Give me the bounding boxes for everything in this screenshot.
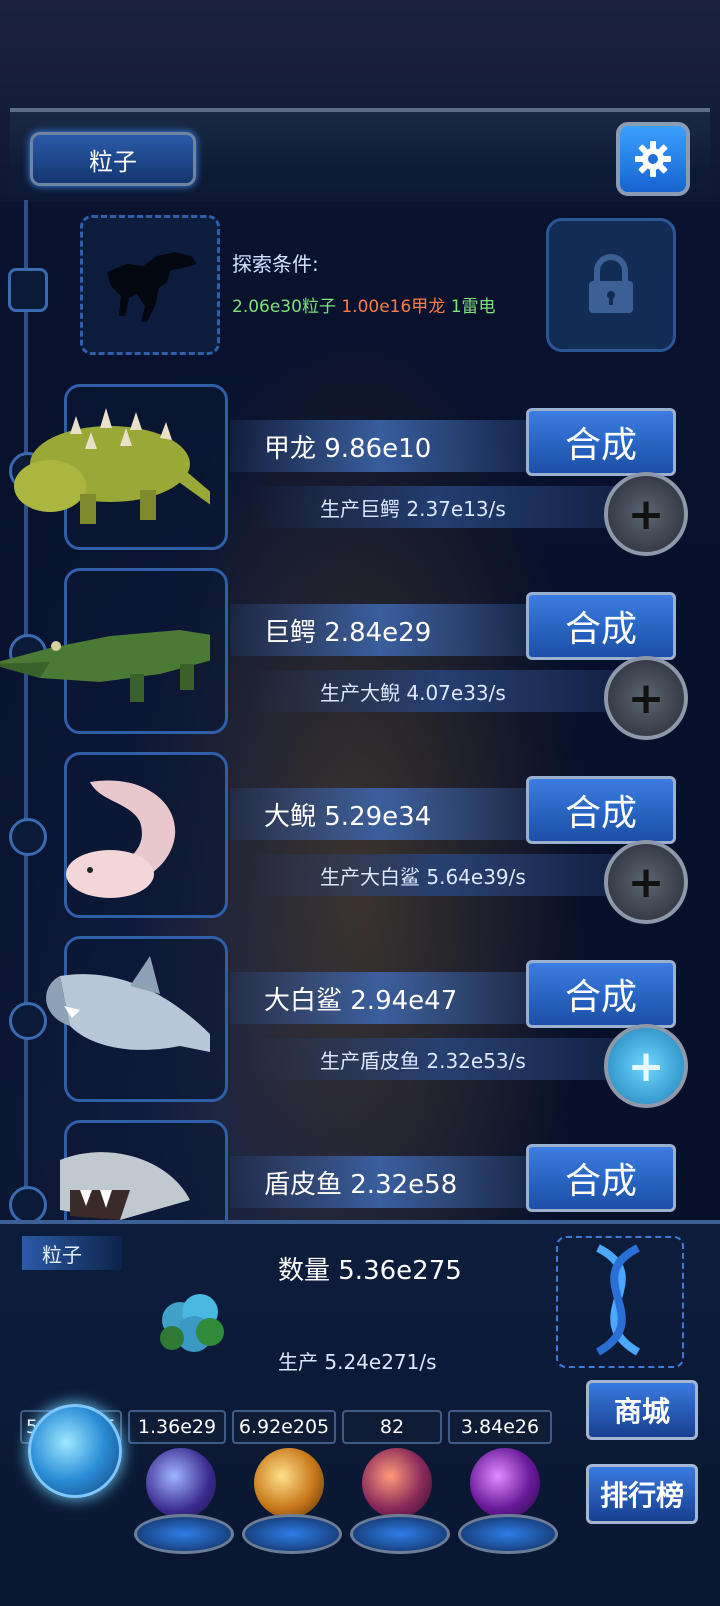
tab-particle-label: 粒子: [89, 147, 137, 176]
resource-vortex: 3.84e26: [448, 1410, 552, 1444]
merge-label: 合成: [564, 425, 637, 466]
creature-name-count: 盾皮鱼 2.32e58: [230, 1156, 530, 1208]
upgrade-plus-button[interactable]: +: [604, 1024, 688, 1108]
plus-icon: +: [627, 672, 665, 724]
production-text: 生产盾皮鱼 2.32e53/s: [320, 1048, 526, 1073]
settings-button[interactable]: [616, 122, 690, 196]
tab-particle[interactable]: 粒子: [30, 132, 196, 186]
creature-name-count: 甲龙 9.86e10: [230, 420, 530, 472]
production-bar: 生产巨鳄 2.37e13/s: [250, 486, 630, 528]
production-bar: 生产大白鲨 5.64e39/s: [250, 854, 630, 896]
particle-orb-image: [160, 1294, 224, 1352]
orb-pedestal: [458, 1514, 558, 1554]
particle-count: 数量 5.36e275: [278, 1256, 462, 1286]
creature-row-crocodile: 巨鳄 2.84e29 合成 生产大鲵 4.07e33/s +: [0, 568, 720, 748]
lock-icon: [589, 254, 633, 313]
brain-orb-icon: [362, 1448, 432, 1518]
explore-condition-label: 探索条件:: [232, 252, 319, 276]
merge-label: 合成: [564, 1161, 637, 1202]
vortex-orb-icon: [470, 1448, 540, 1518]
creature-row-shark: 大白鲨 2.94e47 合成 生产盾皮鱼 2.32e53/s +: [0, 936, 720, 1116]
upgrade-plus-button[interactable]: +: [604, 472, 688, 556]
crocodile-image: [0, 630, 210, 702]
dna-icon: [595, 1244, 641, 1356]
creature-row-ankylosaur: 甲龙 9.86e10 合成 生产巨鳄 2.37e13/s +: [0, 384, 720, 564]
resource-thunder: 1.36e29: [128, 1410, 226, 1444]
particle-orb-tab[interactable]: [28, 1404, 122, 1498]
upgrade-plus-button[interactable]: +: [604, 656, 688, 740]
plus-icon: +: [627, 488, 665, 540]
shop-button[interactable]: 商城: [586, 1380, 698, 1440]
salamander-image: [66, 780, 176, 898]
dna-button[interactable]: [556, 1236, 684, 1368]
req-particles: 2.06e30粒子: [232, 297, 336, 317]
merge-button[interactable]: 合成: [526, 776, 676, 844]
thunder-orb-icon: [146, 1448, 216, 1518]
ankylosaur-image: [14, 408, 210, 524]
vortex-orb-tab[interactable]: [452, 1448, 558, 1568]
fire-orb-icon: [254, 1448, 324, 1518]
creature-name-text: 大白鲨 2.94e47: [264, 985, 458, 1016]
ranking-button[interactable]: 排行榜: [586, 1464, 698, 1524]
merge-button[interactable]: 合成: [526, 408, 676, 476]
particle-production: 生产 5.24e271/s: [278, 1350, 437, 1374]
creature-name-text: 大鲵 5.29e34: [264, 801, 432, 832]
locked-creature-thumb: [80, 215, 220, 355]
particle-panel-label: 粒子: [22, 1236, 122, 1270]
explore-requirements: 2.06e30粒子 1.00e16甲龙 1雷电: [232, 292, 496, 317]
creature-name-count: 大白鲨 2.94e47: [230, 972, 530, 1024]
orb-pedestal: [242, 1514, 342, 1554]
unlock-button[interactable]: [546, 218, 676, 352]
orb-pedestal: [134, 1514, 234, 1554]
req-thunder: 1雷电: [450, 297, 496, 317]
creature-name-text: 盾皮鱼 2.32e58: [264, 1169, 458, 1200]
resource-fire: 6.92e205: [232, 1410, 336, 1444]
merge-label: 合成: [564, 793, 637, 834]
resource-brain: 82: [342, 1410, 442, 1444]
merge-label: 合成: [564, 609, 637, 650]
top-bar: 粒子: [10, 108, 710, 198]
req-ankylosaur: 1.00e16甲龙: [341, 297, 446, 317]
creature-name-count: 巨鳄 2.84e29: [230, 604, 530, 656]
creature-row-salamander: 大鲵 5.29e34 合成 生产大白鲨 5.64e39/s +: [0, 752, 720, 932]
creature-name-text: 巨鳄 2.84e29: [264, 617, 432, 648]
merge-button[interactable]: 合成: [526, 960, 676, 1028]
shop-label: 商城: [613, 1395, 670, 1428]
rail-lock-icon: [8, 268, 48, 312]
creature-name-count: 大鲵 5.29e34: [230, 788, 530, 840]
production-text: 生产大鲵 4.07e33/s: [320, 680, 506, 705]
gear-icon: [635, 141, 671, 177]
thunder-orb-tab[interactable]: [128, 1448, 234, 1568]
creature-name-text: 甲龙 9.86e10: [264, 433, 432, 464]
dinosaur-silhouette-icon: [107, 252, 197, 322]
merge-button[interactable]: 合成: [526, 1144, 676, 1212]
production-bar: 生产大鲵 4.07e33/s: [250, 670, 630, 712]
production-bar: 生产盾皮鱼 2.32e53/s: [250, 1038, 630, 1080]
production-text: 生产巨鳄 2.37e13/s: [320, 496, 506, 521]
plus-icon: +: [627, 1040, 665, 1092]
ranking-label: 排行榜: [599, 1479, 684, 1512]
shark-image: [46, 956, 210, 1052]
plus-icon: +: [627, 856, 665, 908]
fire-orb-tab[interactable]: [236, 1448, 342, 1568]
production-text: 生产大白鲨 5.64e39/s: [320, 864, 526, 889]
merge-label: 合成: [564, 977, 637, 1018]
upgrade-plus-button[interactable]: +: [604, 840, 688, 924]
brain-orb-tab[interactable]: [344, 1448, 450, 1568]
merge-button[interactable]: 合成: [526, 592, 676, 660]
orb-pedestal: [350, 1514, 450, 1554]
